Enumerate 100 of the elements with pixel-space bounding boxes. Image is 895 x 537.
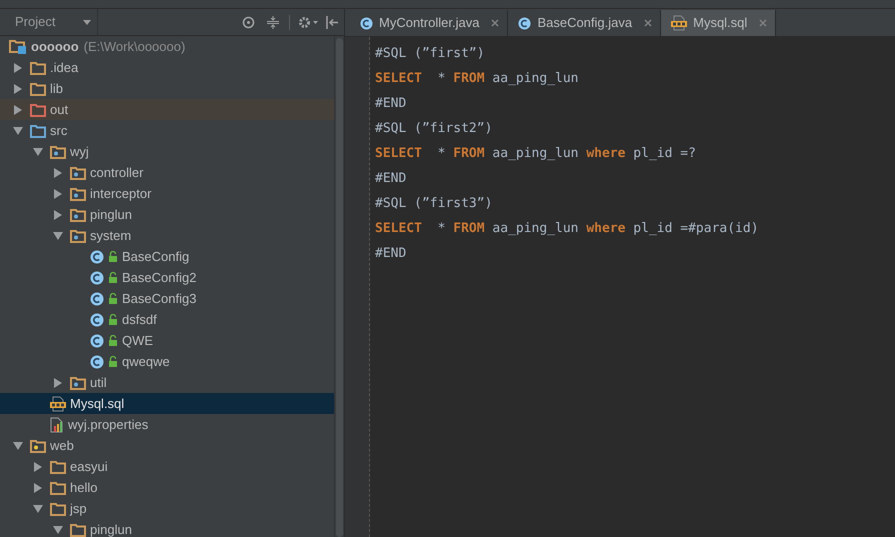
caret-down-icon[interactable] — [13, 440, 23, 450]
tab-label: BaseConfig.java — [537, 14, 632, 32]
tree-label: util — [90, 374, 107, 392]
tree-row[interactable]: .idea — [0, 57, 334, 78]
tree-row[interactable]: hello — [0, 477, 334, 498]
tree-label: QWE — [122, 332, 154, 350]
tree-label: controller — [90, 164, 144, 182]
code-line: SELECT * FROM aa_ping_lun where pl_id =? — [374, 144, 697, 163]
folder-icon — [30, 82, 46, 96]
caret-down-icon[interactable] — [33, 146, 43, 156]
code-line: #END — [374, 94, 408, 113]
caret-down-icon[interactable] — [33, 504, 43, 514]
folder-icon — [50, 460, 66, 474]
tree-label: BaseConfig3 — [122, 290, 196, 308]
close-icon[interactable] — [491, 19, 500, 27]
caret-right-icon[interactable] — [53, 188, 63, 198]
tab-label: Mysql.sql — [693, 14, 748, 32]
folder-icon — [70, 166, 86, 180]
tree-label: web — [50, 436, 74, 455]
project-view-dropdown[interactable]: Project — [0, 9, 98, 35]
caret-right-icon[interactable] — [33, 462, 43, 472]
hide-panel-icon[interactable] — [326, 16, 338, 28]
collapse-all-icon[interactable] — [267, 16, 279, 28]
caret-right-icon[interactable] — [13, 84, 23, 94]
caret-right-icon[interactable] — [53, 168, 63, 178]
lock-icon — [108, 293, 118, 304]
code-line: #SQL (”first2”) — [374, 120, 494, 138]
class-icon — [90, 292, 104, 306]
tree-row[interactable]: Mysql.sql — [0, 393, 334, 414]
tree-row[interactable]: qweqwe — [0, 351, 334, 372]
tree-row[interactable]: util — [0, 372, 334, 393]
folder-icon — [70, 376, 86, 390]
tree-label: Mysql.sql — [70, 394, 124, 413]
class-icon — [90, 354, 104, 368]
tree-row[interactable]: system — [0, 225, 334, 246]
tree-row[interactable]: web — [0, 435, 334, 456]
tree-row[interactable]: wyj.properties — [0, 414, 334, 435]
folder-icon — [70, 208, 86, 222]
tree-row[interactable]: jsp — [0, 498, 334, 519]
folder-icon — [30, 124, 46, 138]
tree-row[interactable]: pinglun — [0, 204, 334, 225]
tree-label: oooooo — [31, 38, 79, 56]
caret-down-icon[interactable] — [53, 524, 63, 534]
tree-row[interactable]: out — [0, 99, 334, 120]
caret-down-icon[interactable] — [13, 126, 23, 136]
close-icon[interactable] — [759, 19, 768, 27]
tree-row[interactable]: interceptor — [0, 183, 334, 204]
code-line: SELECT * FROM aa_ping_lun — [374, 70, 580, 88]
lock-icon — [108, 335, 118, 346]
lock-icon — [108, 314, 118, 325]
caret-right-icon[interactable] — [13, 62, 23, 72]
tree-row[interactable]: controller — [0, 162, 334, 183]
tree-label: out — [50, 100, 68, 119]
locate-icon[interactable] — [242, 16, 255, 28]
class-icon — [518, 16, 532, 30]
tree-label: dsfsdf — [122, 310, 157, 329]
tree-row[interactable]: BaseConfig — [0, 246, 334, 267]
code-line: #SQL (”first3”) — [374, 194, 494, 213]
caret-right-icon[interactable] — [33, 482, 43, 492]
tree-label: jsp — [70, 500, 87, 518]
folder-icon — [70, 186, 86, 200]
code-line: SELECT * FROM aa_ping_lun where pl_id =#para(id) — [374, 220, 760, 238]
folder-icon — [70, 522, 86, 536]
tree-label: wyj — [70, 142, 89, 161]
tree-label: easyui — [70, 458, 108, 476]
tree-label: BaseConfig2 — [122, 268, 196, 287]
caret-right-icon[interactable] — [13, 104, 23, 114]
tree-row[interactable]: oooooo (E:\Work\oooooo) — [0, 36, 334, 57]
tree-row[interactable]: pinglun — [0, 519, 334, 537]
scrollbar[interactable] — [334, 36, 344, 537]
tree-row[interactable]: BaseConfig3 — [0, 288, 334, 309]
folder-icon — [30, 438, 46, 452]
properties-file-icon — [50, 416, 64, 432]
caret-right-icon[interactable] — [53, 378, 63, 388]
settings-icon[interactable] — [298, 16, 318, 28]
caret-down-icon[interactable] — [53, 230, 63, 240]
tree-label: src — [50, 122, 68, 140]
lock-icon — [108, 251, 118, 262]
tree-label: wyj.properties — [68, 416, 148, 434]
tree-row[interactable]: easyui — [0, 456, 334, 477]
tree-row[interactable]: QWE — [0, 330, 334, 351]
tab-label: MyController.java — [379, 14, 480, 32]
folder-icon — [30, 102, 46, 116]
tree-label: system — [90, 226, 132, 245]
class-icon — [90, 270, 104, 284]
tree-row[interactable]: lib — [0, 78, 334, 99]
editor-tab[interactable]: Mysql.sql — [661, 10, 776, 36]
tree-label: BaseConfig — [122, 248, 190, 266]
tree-row[interactable]: src — [0, 120, 334, 141]
class-icon — [90, 312, 104, 326]
tree-label: pinglun — [90, 520, 132, 537]
code-line: #END — [374, 170, 408, 188]
dropdown-caret-icon — [83, 20, 91, 24]
tree-row[interactable]: dsfsdf — [0, 309, 334, 330]
tree-label: interceptor — [90, 184, 152, 203]
close-icon[interactable] — [644, 19, 652, 27]
caret-right-icon[interactable] — [53, 210, 63, 220]
tree-row[interactable]: wyj — [0, 141, 334, 162]
tree-row[interactable]: BaseConfig2 — [0, 267, 334, 288]
lock-icon — [108, 356, 118, 367]
